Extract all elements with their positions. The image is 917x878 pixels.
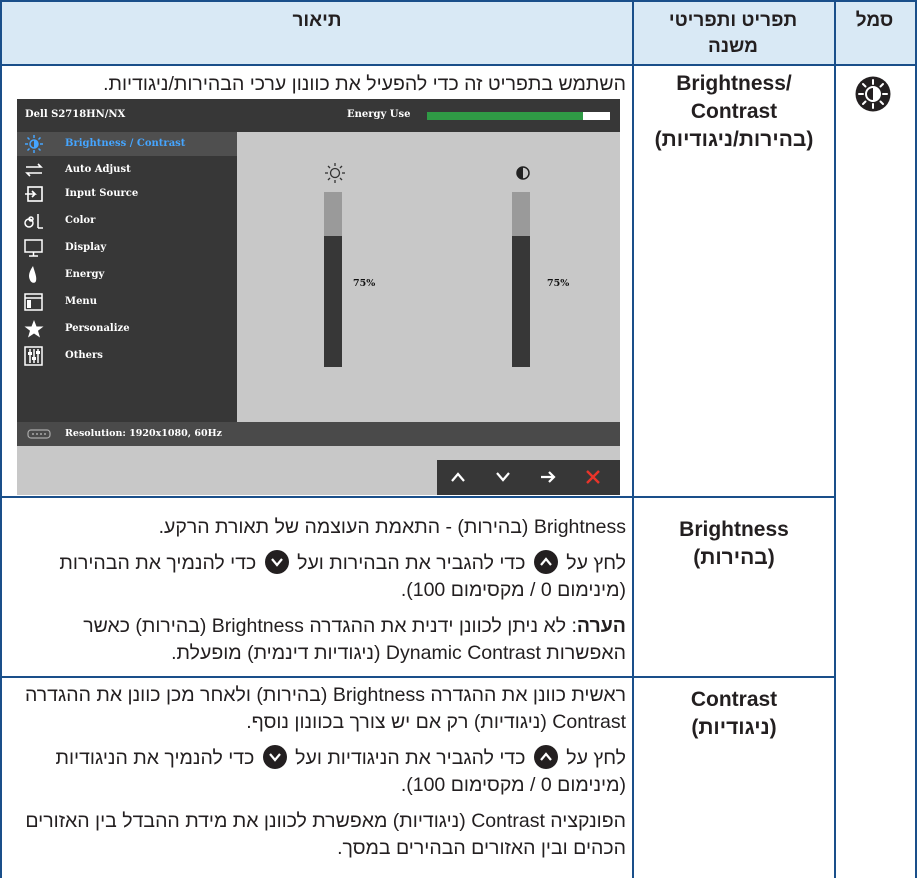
osd-status-bar: Resolution: 1920x1080, 60Hz (17, 422, 620, 446)
row-brightness-name: Brightness (בהירות) (679, 518, 789, 569)
osd-menu-item-menu[interactable]: Menu (17, 290, 237, 314)
star-icon (24, 320, 44, 338)
up-icon (451, 472, 465, 482)
energy-use-bar (427, 112, 610, 120)
close-icon (586, 470, 600, 484)
nav-down-button[interactable] (482, 460, 526, 495)
row-contrast-text: ראשית כוונן את ההגדרה Brightness (בהירות… (24, 684, 626, 859)
up-button-icon (533, 550, 558, 574)
brightness-sun-icon (325, 163, 345, 183)
brightness-value: 75% (353, 278, 376, 289)
osd-menu-item-auto-adjust[interactable]: Auto Adjust (17, 158, 237, 182)
menu-icon (24, 293, 43, 311)
row-brightness-text: Brightness (בהירות) - התאמת העוצמה של תא… (59, 516, 626, 664)
down-icon (496, 472, 510, 482)
osd-energy-label: Energy Use (347, 109, 411, 120)
osd-model-name: Dell S2718HN/NX (25, 109, 126, 120)
contrast-value: 75% (547, 278, 570, 289)
osd-menu-item-others[interactable]: Others (17, 344, 237, 368)
down-button-icon (262, 745, 287, 769)
nav-close-button[interactable] (572, 460, 616, 495)
row-contrast-name: Contrast (ניגודיות) (690, 688, 778, 739)
contrast-half-circle-icon (516, 166, 530, 180)
osd-menu-item-brightness-contrast[interactable]: Brightness / Contrast (17, 132, 237, 156)
brightness-icon (25, 135, 43, 153)
osd-menu-item-input-source[interactable]: Input Source (17, 182, 237, 206)
osd-menu-item-display[interactable]: Display (17, 236, 237, 260)
resolution-text: Resolution: 1920x1080, 60Hz (65, 428, 222, 439)
display-icon (24, 239, 43, 257)
header-description: תיאור (292, 10, 342, 31)
down-button-icon (264, 550, 289, 574)
osd-menu-item-energy[interactable]: Energy (17, 263, 237, 287)
contrast-slider-fill (512, 235, 530, 367)
right-arrow-icon (541, 471, 556, 483)
energy-use-fill (427, 112, 583, 120)
osd-nav-buttons (437, 460, 620, 495)
nav-right-button[interactable] (527, 460, 571, 495)
brightness-slider-fill (324, 235, 342, 367)
auto-adjust-icon (25, 163, 43, 177)
brightness-slider[interactable] (324, 192, 342, 367)
settings-table: סמל תפריט ותפריטי משנה תיאור Brightness/… (0, 0, 917, 878)
connector-icon (27, 429, 51, 439)
osd-menu-item-color[interactable]: Color (17, 209, 237, 233)
osd-menu-item-personalize[interactable]: Personalize (17, 317, 237, 341)
input-source-icon (25, 186, 43, 202)
osd-screenshot: Dell S2718HN/NX Energy Use Brightness / … (17, 99, 620, 495)
osd-title-bar: Dell S2718HN/NX Energy Use (17, 99, 620, 132)
color-icon (24, 214, 43, 229)
brightness-contrast-icon (855, 76, 891, 112)
row-brightness-contrast-text: השתמש בתפריט זה כדי להפעיל את כוונון ערכ… (103, 73, 626, 95)
nav-up-button[interactable] (437, 460, 481, 495)
osd-menu: Brightness / Contrast Auto Adjust Input … (17, 132, 237, 422)
up-button-icon (533, 745, 558, 769)
contrast-slider[interactable] (512, 192, 530, 367)
others-icon (24, 346, 43, 366)
row-brightness-contrast-name: Brightness/ Contrast (בהירות/ניגודיות) (654, 72, 814, 151)
osd-content: 75% 75% (237, 132, 620, 422)
header-submenu: תפריט ותפריטי משנה (668, 10, 798, 57)
energy-icon (29, 266, 37, 283)
header-symbol: סמל (855, 10, 894, 31)
